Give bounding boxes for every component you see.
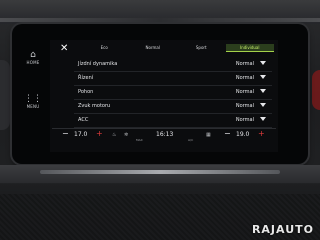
- dashboard-lower-trim: [0, 165, 320, 183]
- list-item[interactable]: Pohon Normal: [74, 86, 272, 100]
- climate-bar: − 17.0 + ♨ ✲ MAX 16:13 A/C ▦ − 19.0 +: [52, 128, 276, 143]
- dashboard-top-trim: [0, 0, 320, 24]
- tab-normal[interactable]: Normal: [129, 44, 178, 52]
- caret-down-icon: [260, 103, 266, 107]
- clock: 16:13: [156, 131, 174, 138]
- home-button[interactable]: ⌂ HOME: [20, 50, 46, 65]
- row-label: Pohon: [78, 89, 94, 95]
- list-item[interactable]: Jízdní dynamika Normal: [74, 58, 272, 72]
- settings-list: Jízdní dynamika Normal Řízení Normal Poh…: [74, 58, 272, 128]
- menu-button[interactable]: ⋮⋮ MENU: [20, 94, 46, 109]
- list-item[interactable]: ACC Normal: [74, 114, 272, 128]
- caret-down-icon: [260, 89, 266, 93]
- menu-icon: ⋮⋮: [24, 94, 42, 104]
- watermark: RAJAUTO: [251, 223, 314, 236]
- ac-label[interactable]: A/C: [188, 138, 193, 142]
- close-button[interactable]: ✕: [60, 44, 70, 54]
- caret-down-icon: [260, 75, 266, 79]
- caret-down-icon: [260, 61, 266, 65]
- seat-heat-icon[interactable]: ♨: [112, 132, 116, 138]
- fan-icon[interactable]: ✲: [124, 132, 128, 138]
- right-accent-trim: [312, 70, 320, 110]
- right-temp-value: 19.0: [236, 131, 250, 138]
- caret-down-icon: [260, 117, 266, 121]
- left-temp-plus-button[interactable]: +: [96, 129, 103, 138]
- home-label: HOME: [26, 60, 40, 65]
- row-value: Normal: [235, 75, 254, 81]
- trim-ridge: [0, 18, 320, 22]
- fan-label: MAX: [136, 138, 143, 142]
- tab-sport[interactable]: Sport: [177, 44, 226, 52]
- row-label: Zvuk motoru: [78, 103, 111, 109]
- left-air-vent: [0, 60, 10, 130]
- tab-individual[interactable]: Individual: [225, 44, 274, 52]
- home-icon: ⌂: [30, 50, 36, 60]
- left-temp-value: 17.0: [74, 131, 88, 138]
- row-value: Normal: [235, 61, 254, 67]
- row-label: Jízdní dynamika: [78, 61, 118, 67]
- close-icon: ✕: [60, 43, 69, 54]
- right-temp-minus-button[interactable]: −: [224, 129, 231, 138]
- rear-defrost-icon[interactable]: ▦: [206, 132, 211, 138]
- car-dashboard-scene: ⌂ HOME ⋮⋮ MENU ✕ Eco Normal Sport Indivi…: [0, 0, 320, 240]
- list-item[interactable]: Zvuk motoru Normal: [74, 100, 272, 114]
- list-item[interactable]: Řízení Normal: [74, 72, 272, 86]
- row-value: Normal: [235, 89, 254, 95]
- menu-label: MENU: [26, 104, 40, 109]
- tab-eco[interactable]: Eco: [80, 44, 129, 52]
- drive-mode-tabs: Eco Normal Sport Individual: [80, 44, 274, 52]
- row-value: Normal: [235, 117, 254, 123]
- chrome-accent-strip: [40, 170, 280, 174]
- right-temp-plus-button[interactable]: +: [258, 129, 265, 138]
- left-temp-minus-button[interactable]: −: [62, 129, 69, 138]
- row-value: Normal: [235, 103, 254, 109]
- row-label: Řízení: [78, 75, 94, 81]
- screen-side-buttons: ⌂ HOME ⋮⋮ MENU: [18, 30, 48, 154]
- row-label: ACC: [78, 117, 89, 123]
